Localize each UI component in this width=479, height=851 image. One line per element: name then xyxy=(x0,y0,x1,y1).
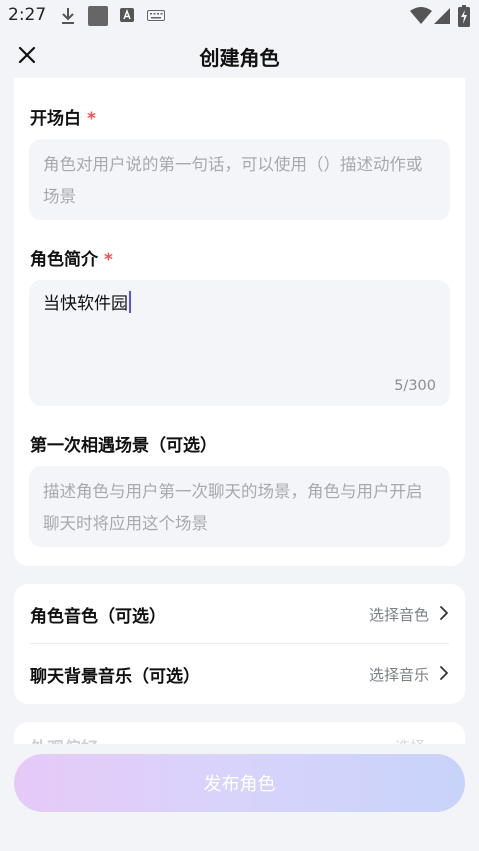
download-icon xyxy=(62,8,74,24)
bottom-bar: 发布角色 xyxy=(0,744,479,851)
keyboard-icon xyxy=(147,10,165,21)
opening-placeholder: 角色对用户说的第一句话，可以使用（）描述动作或场景 xyxy=(43,155,423,206)
status-bar: 2:27 xyxy=(0,0,479,32)
first-meet-placeholder: 描述角色与用户第一次聊天的场景，角色与用户开启聊天时将应用这个场景 xyxy=(43,482,423,533)
voice-label: 角色音色（可选） xyxy=(30,607,166,627)
app-bar: 创建角色 xyxy=(0,32,479,78)
text-a-icon xyxy=(120,8,134,22)
intro-label-text: 角色简介 xyxy=(30,250,98,270)
intro-textarea[interactable]: 当快软件园 5/300 xyxy=(29,280,450,406)
music-label: 聊天背景音乐（可选） xyxy=(30,667,200,687)
voice-value: 选择音色 xyxy=(368,606,429,624)
chevron-right-icon xyxy=(440,606,448,620)
first-meet-label: 第一次相遇场景（可选） xyxy=(30,436,217,456)
intro-label: 角色简介 * xyxy=(30,245,113,270)
form-card: 开场白 * 角色对用户说的第一句话，可以使用（）描述动作或场景 角色简介 * 当快软… xyxy=(14,78,465,566)
opening-label-text: 开场白 xyxy=(30,109,81,129)
partial-row-label: 外观偏好 xyxy=(30,734,98,744)
chevron-right-icon xyxy=(440,666,448,680)
partial-row-value: 选择 xyxy=(395,736,425,744)
settings-card: 角色音色（可选） 选择音色 聊天背景音乐（可选） 选择音乐 xyxy=(14,584,465,704)
intro-value-wrap: 当快软件园 xyxy=(43,290,131,318)
required-mark: * xyxy=(87,109,96,129)
music-row[interactable]: 聊天背景音乐（可选） 选择音乐 xyxy=(14,644,465,704)
text-caret xyxy=(129,291,131,313)
status-time: 2:27 xyxy=(8,5,47,25)
signal-icon xyxy=(434,8,450,24)
page-title: 创建角色 xyxy=(199,46,280,70)
opening-label: 开场白 * xyxy=(30,104,96,129)
wifi-icon xyxy=(410,7,432,24)
required-mark: * xyxy=(104,250,113,270)
intro-char-counter: 5/300 xyxy=(394,378,436,394)
battery-icon xyxy=(458,5,470,27)
partial-card: 外观偏好 选择 xyxy=(14,722,465,744)
intro-value: 当快软件园 xyxy=(43,294,128,314)
music-value: 选择音乐 xyxy=(368,666,429,684)
square-icon xyxy=(88,6,108,26)
opening-input[interactable]: 角色对用户说的第一句话，可以使用（）描述动作或场景 xyxy=(29,139,450,220)
first-meet-input[interactable]: 描述角色与用户第一次聊天的场景，角色与用户开启聊天时将应用这个场景 xyxy=(29,466,450,547)
publish-button[interactable]: 发布角色 xyxy=(14,754,465,812)
voice-row[interactable]: 角色音色（可选） 选择音色 xyxy=(14,584,465,644)
